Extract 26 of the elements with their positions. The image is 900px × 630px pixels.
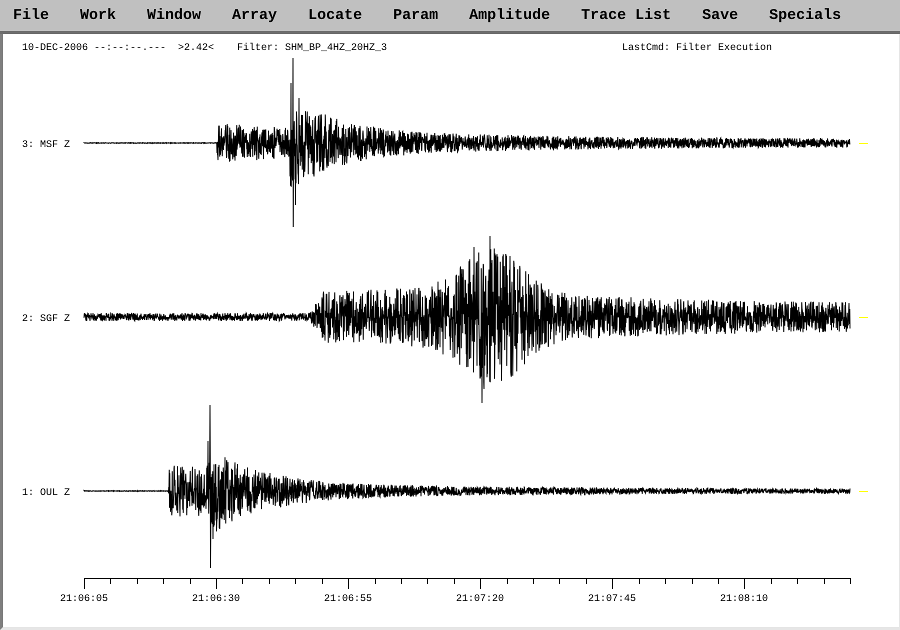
trace-label: 3: MSF Z [22, 140, 70, 151]
menu-item[interactable]: Save [689, 0, 752, 31]
trace-marker-icon [859, 142, 868, 144]
menu-item[interactable]: Trace List [568, 0, 684, 31]
trace-marker-icon [859, 316, 868, 318]
menu-item[interactable]: Window [134, 0, 214, 31]
trace-marker-icon [859, 490, 868, 492]
menu-item[interactable]: File [0, 0, 62, 31]
time-tick-label: 21:06:05 [60, 594, 108, 605]
menu-item[interactable]: Amplitude [456, 0, 564, 31]
scale-text: >2.42< [178, 43, 214, 54]
menu-item[interactable]: Array [219, 0, 290, 31]
menu-item[interactable]: Work [67, 0, 130, 31]
trace-label: 2: SGF Z [22, 314, 70, 325]
time-tick-label: 21:08:10 [720, 594, 768, 605]
menu-item[interactable]: Param [380, 0, 452, 31]
menu-item[interactable]: Locate [295, 0, 376, 31]
filter-text: Filter: SHM_BP_4HZ_20HZ_3 [237, 43, 388, 54]
date-time-text: 10-DEC-2006 --:--:--.--- [22, 43, 166, 54]
time-tick-label: 21:07:20 [456, 594, 504, 605]
trace-label: 1: OUL Z [22, 488, 70, 499]
time-tick-label: 21:06:30 [192, 594, 240, 605]
last-command-text: LastCmd: Filter Execution [622, 43, 772, 54]
time-tick-label: 21:07:45 [588, 594, 636, 605]
menu-item[interactable]: Specials [756, 0, 854, 31]
time-tick-label: 21:06:55 [324, 594, 372, 605]
